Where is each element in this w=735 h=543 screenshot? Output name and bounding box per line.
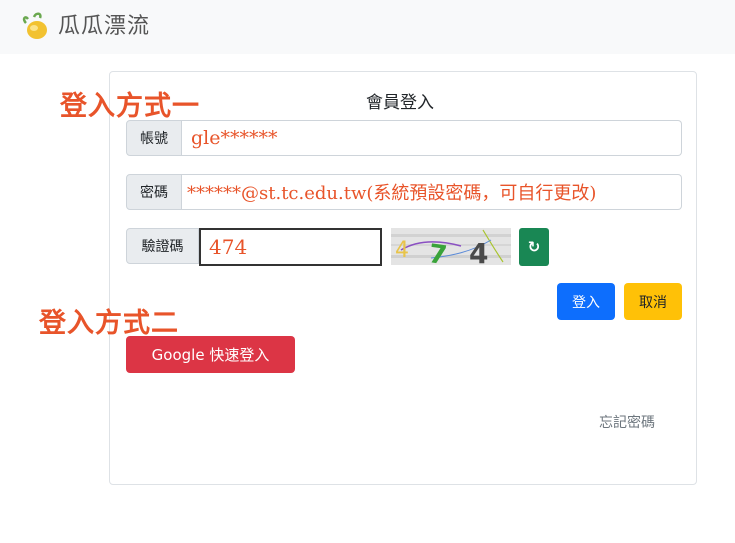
password-label: 密碼 (126, 174, 182, 210)
top-navbar: 瓜瓜漂流 (0, 0, 735, 54)
captcha-input[interactable]: 474 (199, 228, 382, 266)
captcha-image: 4 7 4 (391, 228, 511, 265)
captcha-digit-3: 4 (469, 237, 488, 265)
cancel-button[interactable]: 取消 (624, 283, 682, 320)
captcha-digit-2: 7 (427, 239, 449, 265)
account-label: 帳號 (126, 120, 182, 156)
captcha-label: 驗證碼 (126, 228, 199, 264)
account-input[interactable]: gle****** (182, 120, 682, 156)
melon-logo-icon[interactable] (20, 11, 52, 43)
brand-name[interactable]: 瓜瓜漂流 (58, 12, 150, 42)
login-title: 會員登入 (366, 93, 434, 113)
account-group: 帳號 gle****** (126, 120, 682, 156)
annotation-method-2: 登入方式二 (39, 308, 179, 339)
refresh-captcha-button[interactable]: ↻ (519, 228, 549, 266)
annotation-method-1: 登入方式一 (60, 91, 200, 122)
captcha-digit-1: 4 (395, 238, 409, 263)
password-group: 密碼 ******@st.tc.edu.tw(系統預設密碼，可自行更改) (126, 174, 682, 210)
google-login-button[interactable]: Google 快速登入 (126, 336, 295, 373)
password-input[interactable]: ******@st.tc.edu.tw(系統預設密碼，可自行更改) (182, 174, 682, 210)
captcha-group: 驗證碼 (126, 228, 199, 264)
forgot-password-link[interactable]: 忘記密碼 (599, 412, 655, 432)
login-button[interactable]: 登入 (557, 283, 615, 320)
refresh-icon: ↻ (527, 238, 541, 256)
